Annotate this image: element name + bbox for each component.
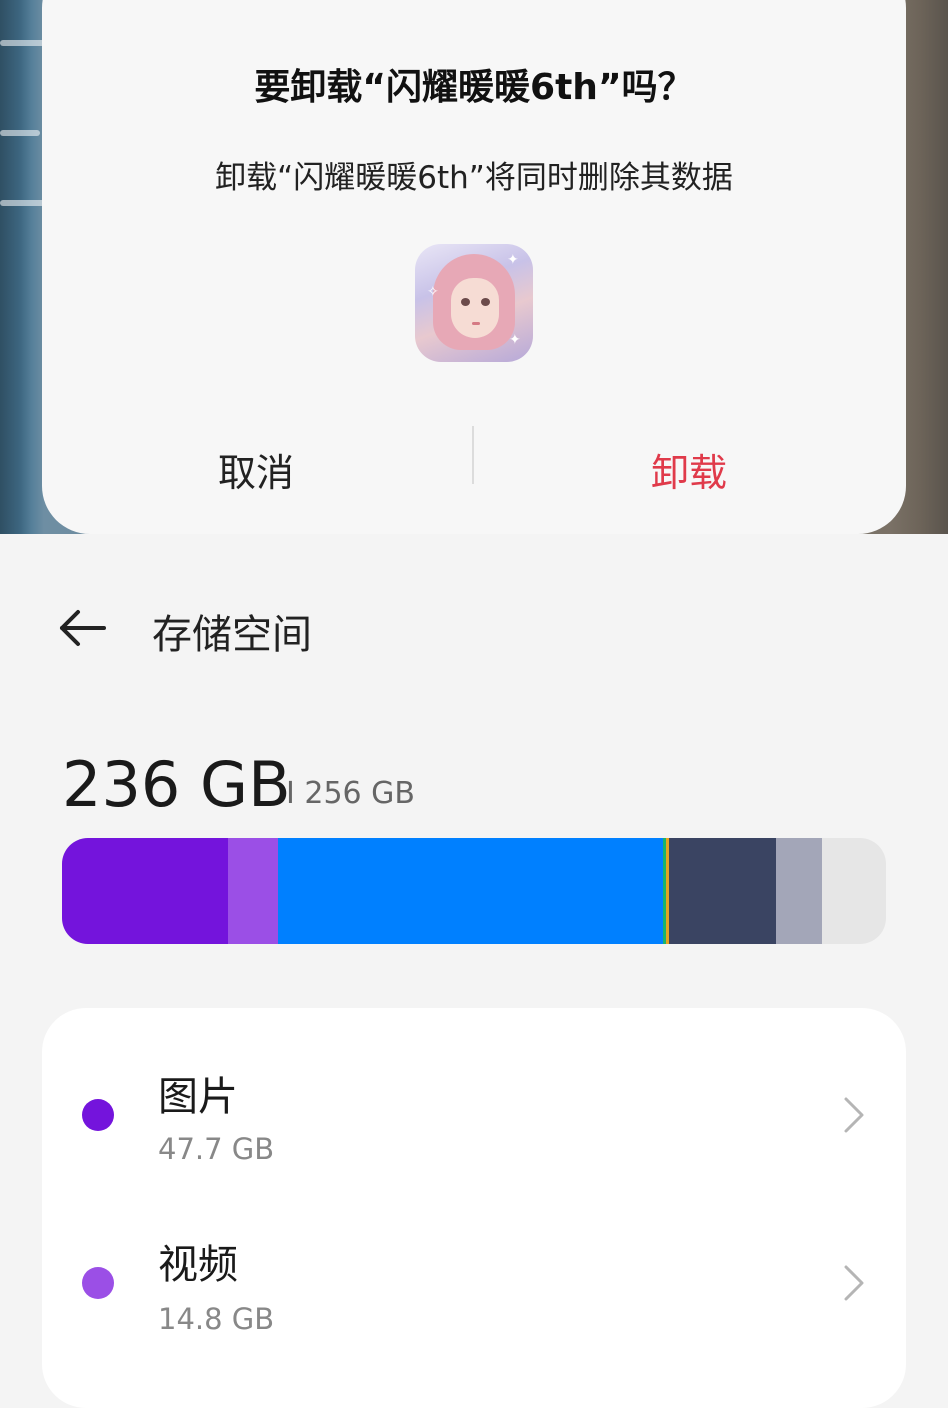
storage-segment: [62, 838, 228, 944]
category-color-dot: [82, 1099, 114, 1131]
page-title: 存储空间: [152, 612, 312, 658]
storage-segment: [228, 838, 278, 944]
category-row-videos[interactable]: 视频 14.8 GB: [42, 1218, 906, 1368]
chevron-right-icon: [844, 1265, 864, 1301]
storage-usage-bar: [62, 838, 886, 944]
dialog-message: 卸载“闪耀暖暖6th”将同时删除其数据: [215, 160, 733, 196]
category-size: 14.8 GB: [158, 1302, 275, 1336]
category-color-dot: [82, 1267, 114, 1299]
category-name: 图片: [158, 1074, 238, 1120]
back-button[interactable]: [56, 606, 112, 650]
wave-highlight: [0, 130, 40, 136]
storage-segment: [278, 838, 663, 944]
arrow-left-icon: [60, 610, 106, 646]
app-icon-eye: [481, 298, 490, 306]
sparkle-icon: ✦: [507, 252, 519, 268]
sparkle-icon: ✧: [427, 284, 439, 300]
storage-segment: [776, 838, 822, 944]
sparkle-icon: ✦: [509, 332, 521, 348]
app-icon-mouth: [472, 322, 480, 325]
app-icon-face: [451, 278, 499, 338]
dialog-title: 要卸载“闪耀暖暖6th”吗？: [254, 67, 694, 108]
uninstall-button[interactable]: 卸载: [539, 442, 839, 497]
chevron-right-icon: [844, 1097, 864, 1133]
category-size: 47.7 GB: [158, 1132, 275, 1166]
button-divider: [472, 426, 474, 484]
uninstall-dialog: 要卸载“闪耀暖暖6th”吗？ 卸载“闪耀暖暖6th”将同时删除其数据 ✦ ✧ ✦…: [42, 0, 906, 534]
used-storage: 236 GB: [62, 748, 291, 821]
app-icon: ✦ ✧ ✦: [415, 244, 533, 362]
category-name: 视频: [158, 1242, 238, 1288]
storage-segment: [669, 838, 776, 944]
app-icon-eye: [461, 298, 470, 306]
cancel-button[interactable]: 取消: [106, 442, 406, 497]
total-storage: I 256 GB: [286, 776, 416, 811]
category-row-photos[interactable]: 图片 47.7 GB: [42, 1048, 906, 1198]
category-list: 图片 47.7 GB 视频 14.8 GB: [42, 1008, 906, 1408]
